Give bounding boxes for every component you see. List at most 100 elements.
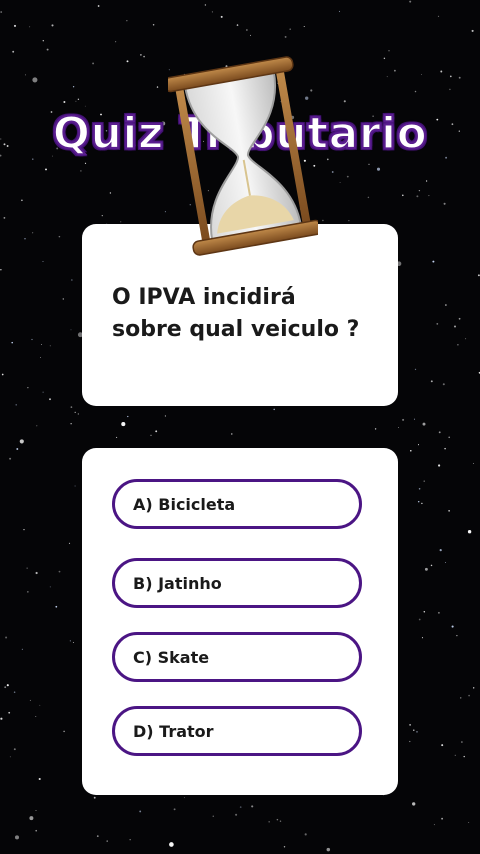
star [437, 15, 440, 18]
star [465, 338, 467, 340]
star [458, 317, 461, 320]
star [414, 90, 417, 93]
star [453, 325, 457, 328]
star [416, 195, 419, 198]
star [35, 809, 37, 812]
option-b-button[interactable]: B) Jatinho [112, 558, 362, 608]
star [284, 35, 287, 38]
star [402, 418, 405, 421]
star [239, 806, 242, 808]
star [127, 415, 129, 418]
star [72, 86, 75, 88]
star [164, 211, 166, 213]
star [398, 427, 399, 428]
star [231, 433, 233, 435]
star [402, 194, 404, 197]
star [212, 815, 214, 817]
star [25, 74, 26, 76]
star [93, 796, 96, 799]
star [276, 818, 279, 821]
star [13, 24, 17, 27]
star [32, 232, 34, 234]
star [416, 731, 418, 733]
star [35, 571, 38, 575]
star [70, 406, 73, 408]
star [423, 611, 426, 613]
star [439, 549, 442, 552]
star [374, 428, 377, 430]
star [109, 192, 112, 194]
star [454, 754, 456, 756]
star [29, 816, 34, 821]
star [84, 105, 86, 107]
star [51, 24, 54, 27]
star [96, 835, 99, 837]
star [304, 833, 307, 836]
star [413, 418, 416, 420]
star [106, 840, 108, 842]
question-line-1: O IPVA incidirá [112, 285, 296, 310]
star [303, 26, 305, 27]
star [456, 634, 458, 637]
star [13, 691, 16, 693]
star [250, 34, 252, 36]
star [220, 15, 223, 18]
star [473, 687, 475, 689]
star [16, 448, 19, 450]
star [388, 50, 390, 52]
star [442, 383, 445, 386]
star [440, 70, 443, 73]
star [451, 625, 454, 628]
star [80, 170, 82, 172]
star [339, 182, 341, 184]
star [49, 398, 51, 401]
star [409, 0, 412, 3]
star [26, 567, 28, 569]
star [126, 60, 129, 63]
star [468, 822, 470, 824]
star [19, 439, 24, 444]
star [445, 562, 446, 564]
star [386, 76, 388, 78]
star [394, 69, 396, 72]
option-c-button[interactable]: C) Skate [112, 632, 362, 682]
star [437, 611, 440, 614]
star [63, 101, 66, 103]
star [5, 636, 8, 639]
star [11, 341, 13, 344]
star [84, 162, 87, 164]
option-d-button[interactable]: D) Trator [112, 706, 362, 756]
star [421, 637, 424, 639]
star [273, 408, 275, 411]
star [55, 605, 58, 608]
star [251, 805, 254, 808]
option-a-button[interactable]: A) Bicicleta [112, 479, 362, 529]
star [69, 640, 71, 642]
star [24, 238, 26, 240]
star [424, 567, 428, 571]
star [77, 413, 79, 415]
star [430, 380, 433, 383]
star [42, 261, 44, 263]
star [36, 425, 38, 427]
star [116, 436, 118, 438]
star [169, 842, 174, 847]
star [75, 100, 77, 102]
star [21, 648, 23, 650]
star [448, 436, 451, 439]
star [421, 502, 423, 505]
star [58, 235, 61, 238]
star [8, 711, 11, 714]
star [13, 748, 16, 751]
star [4, 686, 7, 689]
star [367, 196, 370, 199]
star [409, 740, 411, 743]
star [433, 824, 435, 826]
star [58, 570, 61, 573]
star [461, 741, 463, 743]
star [418, 189, 421, 192]
star [45, 168, 47, 171]
star [70, 423, 72, 425]
star [29, 699, 31, 701]
star [21, 199, 23, 202]
